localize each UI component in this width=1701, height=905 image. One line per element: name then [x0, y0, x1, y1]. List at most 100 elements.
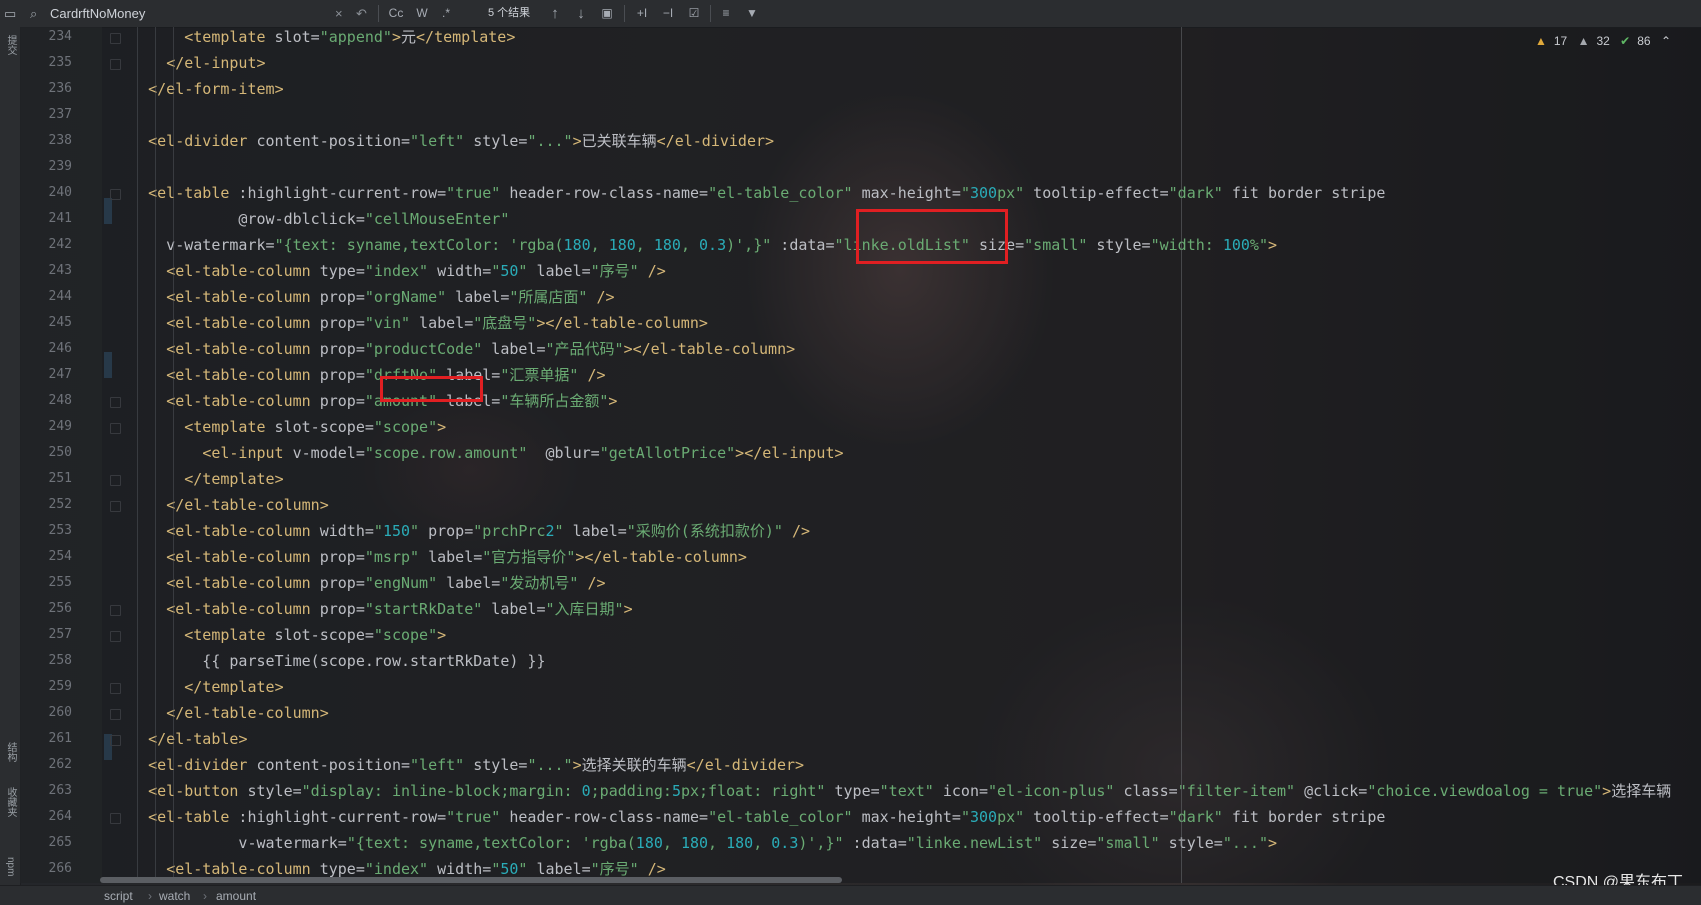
breadcrumb-amount[interactable]: amount	[216, 886, 256, 905]
code-line[interactable]: <el-table :highlight-current-row="true" …	[112, 180, 1385, 206]
line-number: 234	[48, 29, 72, 44]
line-number: 243	[48, 263, 72, 278]
code-line[interactable]: <el-table-column prop="vin" label="底盘号">…	[112, 310, 708, 336]
code-line[interactable]: <el-table-column prop="engNum" label="发动…	[112, 570, 605, 596]
highlight-box-amount-prop	[380, 376, 483, 402]
next-occurrence-icon[interactable]: ↓	[571, 5, 591, 22]
line-number: 253	[48, 523, 72, 538]
code-line[interactable]: </el-input>	[112, 50, 265, 76]
code-line[interactable]: <el-table-column prop="orgName" label="所…	[112, 284, 614, 310]
line-number: 254	[48, 549, 72, 564]
indent-guide	[155, 27, 156, 883]
line-number: 265	[48, 835, 72, 850]
indent-guide	[173, 27, 174, 883]
line-number: 245	[48, 315, 72, 330]
code-line[interactable]: <el-table-column prop="msrp" label="官方指导…	[112, 544, 747, 570]
code-line[interactable]: <el-table-column prop="startRkDate" labe…	[112, 596, 632, 622]
commit-tool-tab[interactable]: 提交	[2, 35, 18, 55]
code-line[interactable]: <el-table-column prop="productCode" labe…	[112, 336, 795, 362]
select-all-occurrences-icon[interactable]: ▣	[597, 5, 617, 22]
line-number: 255	[48, 575, 72, 590]
breadcrumb-separator: ›	[148, 889, 152, 903]
line-number: 235	[48, 55, 72, 70]
editor-gutter: 234 235 236 237 238 239 240 241 242 243 244 245 246 2…	[20, 27, 121, 883]
code-line[interactable]: @row-dblclick="cellMouseEnter"	[112, 206, 509, 232]
match-case-toggle[interactable]: Cc	[386, 5, 406, 22]
line-number: 259	[48, 679, 72, 694]
weak-warning-icon: ▲	[1577, 34, 1590, 48]
code-line[interactable]: <template slot-scope="scope">	[112, 414, 446, 440]
breadcrumb-watch[interactable]: watch	[159, 886, 190, 905]
npm-tool-tab[interactable]: npm	[2, 857, 18, 876]
previous-occurrence-icon[interactable]: ↑	[545, 5, 565, 22]
code-line[interactable]: <el-table-column type="index" width="50"…	[112, 258, 666, 284]
search-icon: ⌕	[30, 6, 38, 21]
line-number: 239	[48, 159, 72, 174]
code-line[interactable]: <template slot-scope="scope">	[112, 622, 446, 648]
code-editor[interactable]: <template slot="append">元</template> </e…	[102, 27, 1701, 904]
highlight-box-data-binding	[856, 209, 1008, 264]
ide-window: ▭ ⌕ CardrftNoMoney × ↶ Cc W .* 5 个结果 ↑ ↓…	[0, 0, 1701, 905]
clear-search-icon[interactable]: ×	[335, 0, 343, 27]
code-line[interactable]: </el-table>	[112, 726, 247, 752]
breadcrumb-script[interactable]: script	[104, 886, 133, 905]
code-line[interactable]: v-watermark="{text: syname,textColor: 'r…	[112, 232, 1277, 258]
line-number: 236	[48, 81, 72, 96]
add-selection-icon[interactable]: +I	[632, 5, 652, 22]
line-number: 249	[48, 419, 72, 434]
line-number: 247	[48, 367, 72, 382]
search-history-icon[interactable]: ↶	[356, 0, 367, 27]
code-line[interactable]: </el-table-column>	[112, 492, 329, 518]
line-number: 244	[48, 289, 72, 304]
inspection-widget[interactable]: ▲ 17 ▲ 32 ✔ 86 ⌃	[1528, 33, 1671, 49]
select-all-icon[interactable]: ☑	[684, 5, 704, 22]
line-number: 262	[48, 757, 72, 772]
line-number: 246	[48, 341, 72, 356]
structure-tool-tab[interactable]: 结构	[2, 742, 18, 762]
line-number: 237	[48, 107, 72, 122]
line-number: 252	[48, 497, 72, 512]
line-number: 256	[48, 601, 72, 616]
line-number: 251	[48, 471, 72, 486]
line-number: 260	[48, 705, 72, 720]
search-input[interactable]: CardrftNoMoney	[50, 0, 340, 27]
result-count: 5 个结果	[488, 7, 531, 19]
line-number: 261	[48, 731, 72, 746]
code-line[interactable]: <el-table-column prop="amount" label="车辆…	[112, 388, 617, 414]
indent-guide	[137, 27, 138, 883]
breadcrumb-separator: ›	[203, 889, 207, 903]
weak-warning-count: 32	[1596, 34, 1610, 48]
chevron-up-icon[interactable]: ⌃	[1661, 34, 1671, 48]
code-line[interactable]: </el-table-column>	[112, 700, 329, 726]
code-line[interactable]: {{ parseTime(scope.row.startRkDate) }}	[112, 648, 545, 674]
code-line[interactable]: <el-button style="display: inline-block;…	[112, 778, 1671, 804]
line-number: 250	[48, 445, 72, 460]
ok-count: 86	[1637, 34, 1651, 48]
folder-icon[interactable]: ▭	[4, 0, 18, 27]
line-number: 240	[48, 185, 72, 200]
code-line[interactable]: <el-divider content-position="left" styl…	[112, 752, 804, 778]
line-number: 266	[48, 861, 72, 876]
warning-icon: ▲	[1534, 34, 1547, 48]
line-number: 257	[48, 627, 72, 642]
remove-selection-icon[interactable]: −I	[658, 5, 678, 22]
line-number: 238	[48, 133, 72, 148]
code-line[interactable]: v-watermark="{text: syname,textColor: 'r…	[112, 830, 1277, 856]
multiline-icon[interactable]: ≡	[716, 5, 736, 22]
regex-toggle[interactable]: .*	[436, 5, 456, 22]
breadcrumb-bar: script › watch › amount	[0, 885, 1701, 905]
check-icon: ✔	[1620, 34, 1631, 48]
code-line[interactable]: <el-divider content-position="left" styl…	[112, 128, 774, 154]
filter-icon[interactable]: ▼	[742, 5, 762, 22]
line-number: 241	[48, 211, 72, 226]
line-number: 258	[48, 653, 72, 668]
line-number: 242	[48, 237, 72, 252]
code-line[interactable]: <el-table-column prop="drftNo" label="汇票…	[112, 362, 605, 388]
whole-words-toggle[interactable]: W	[412, 5, 432, 22]
code-line[interactable]: <el-table :highlight-current-row="true" …	[112, 804, 1385, 830]
horizontal-scrollbar[interactable]	[100, 877, 842, 883]
code-line[interactable]: <el-table-column width="150" prop="prchP…	[112, 518, 810, 544]
line-number: 263	[48, 783, 72, 798]
favorites-tool-tab[interactable]: 收藏夹	[2, 787, 18, 817]
code-line[interactable]: <el-input v-model="scope.row.amount" @bl…	[112, 440, 843, 466]
